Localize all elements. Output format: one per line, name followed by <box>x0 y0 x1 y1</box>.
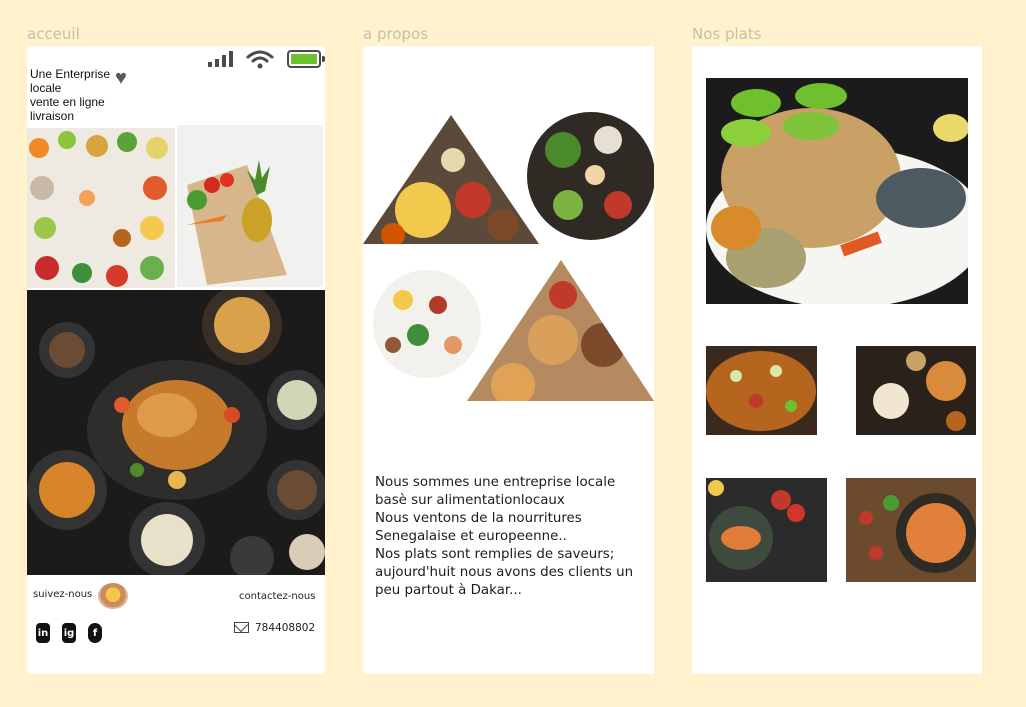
tagline-line: livraison <box>30 109 75 123</box>
battery-icon <box>287 50 325 68</box>
about-text-line: Nos plats sont remplies de saveurs; <box>375 547 615 562</box>
tagline-line: vente en ligne <box>30 95 105 109</box>
social-links: in ig f <box>36 623 102 643</box>
home-frame: Une Enterprise locale vente en ligne liv… <box>27 46 325 674</box>
heart-icon[interactable]: ♥ <box>115 68 127 88</box>
linkedin-icon[interactable]: in <box>36 623 50 643</box>
dish-photo-2[interactable] <box>856 346 976 435</box>
dishes-frame <box>692 46 982 674</box>
follow-us-label: suivez-nous <box>33 589 93 600</box>
wifi-icon <box>246 50 274 69</box>
frame-label-dishes: Nos plats <box>692 25 762 43</box>
about-text-line: Nous sommes une entreprise locale <box>375 475 616 490</box>
avatar[interactable] <box>98 583 128 609</box>
roast-chicken-photo <box>27 290 325 575</box>
about-description: Nous sommes une entreprise locale basè s… <box>375 474 647 600</box>
dish-photo-1[interactable] <box>706 346 817 435</box>
about-text-line: basè sur alimentationlocaux <box>375 493 565 508</box>
signal-icon <box>208 51 233 67</box>
mail-icon[interactable] <box>234 622 249 633</box>
instagram-icon[interactable]: ig <box>62 623 76 643</box>
frame-label-home: acceuil <box>27 25 80 43</box>
status-bar <box>208 49 325 69</box>
dish-photo-3[interactable] <box>706 478 827 582</box>
dish-photo-4[interactable] <box>846 478 976 582</box>
vegetables-photo <box>27 128 175 288</box>
grocery-bag-photo <box>177 125 323 287</box>
facebook-icon[interactable]: f <box>88 623 102 643</box>
frame-label-about: a propos <box>363 25 429 43</box>
circle-food-photo-1 <box>527 112 654 240</box>
circle-food-photo-2 <box>373 270 481 378</box>
about-text-line: peu partout à Dakar... <box>375 583 522 598</box>
main-dish-photo[interactable] <box>706 78 968 304</box>
phone-number[interactable]: 784408802 <box>255 622 315 634</box>
about-text-line: Senegalaise et europeenne.. <box>375 529 567 544</box>
about-frame: Nous sommes une entreprise locale basè s… <box>363 46 654 674</box>
contact-us-label: contactez-nous <box>239 591 316 602</box>
about-text-line: aujourd'huit nous avons des clients un <box>375 565 634 580</box>
triangle-food-photo-1 <box>363 115 539 244</box>
triangle-food-photo-2 <box>467 260 654 401</box>
about-text-line: Nous ventons de la nourritures <box>375 511 582 526</box>
about-collage <box>363 112 654 401</box>
